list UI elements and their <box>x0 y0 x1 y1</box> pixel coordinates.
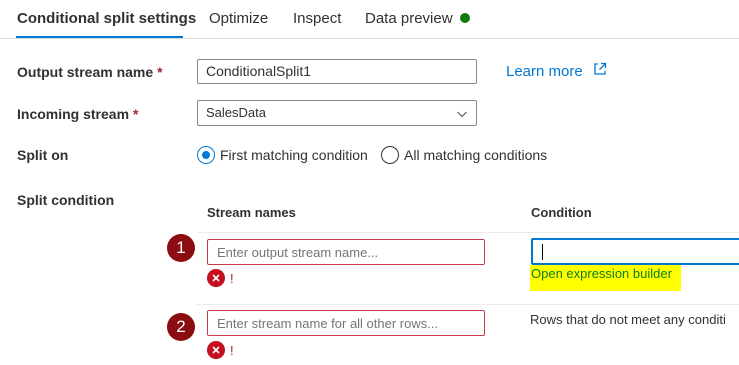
output-stream-name-label: Output stream name * <box>17 64 163 80</box>
column-header-condition: Condition <box>531 205 592 220</box>
open-expression-builder-link[interactable]: Open expression builder <box>530 265 681 291</box>
incoming-stream-label-text: Incoming stream <box>17 106 130 122</box>
column-header-stream-names: Stream names <box>207 205 296 220</box>
radio-first-matching[interactable]: First matching condition <box>197 145 368 165</box>
row-number-badge: 1 <box>167 234 195 262</box>
incoming-stream-dropdown[interactable]: SalesData <box>197 100 477 126</box>
required-mark: * <box>157 64 163 80</box>
error-message: ! <box>230 343 234 358</box>
chevron-down-icon <box>456 104 468 128</box>
error-message: ! <box>230 271 234 286</box>
tab-optimize[interactable]: Optimize <box>209 10 268 27</box>
output-stream-name-label-text: Output stream name <box>17 64 154 80</box>
row-number-badge: 2 <box>167 313 195 341</box>
split-on-label: Split on <box>17 147 69 163</box>
divider <box>197 304 739 305</box>
radio-button-unchecked <box>381 146 399 164</box>
divider <box>197 232 739 233</box>
error-circle-icon <box>207 341 225 359</box>
required-mark: * <box>133 106 139 122</box>
tab-conditional-split-settings[interactable]: Conditional split settings <box>17 10 196 27</box>
learn-more-label: Learn more <box>506 63 583 80</box>
tab-data-preview-label: Data preview <box>365 10 453 27</box>
condition-input[interactable] <box>531 238 739 265</box>
radio-button-checked <box>197 146 215 164</box>
incoming-stream-value: SalesData <box>206 105 266 120</box>
default-stream-name-field[interactable] <box>207 310 485 336</box>
active-tab-indicator <box>16 36 183 38</box>
incoming-stream-label: Incoming stream * <box>17 106 138 122</box>
tab-bar: Conditional split settings Optimize Insp… <box>0 0 739 39</box>
error-circle-icon <box>207 269 225 287</box>
external-link-icon <box>593 62 607 80</box>
learn-more-link[interactable]: Learn more <box>506 62 607 80</box>
radio-all-matching-label: All matching conditions <box>404 147 548 163</box>
tab-data-preview[interactable]: Data preview <box>365 10 470 27</box>
default-condition-text: Rows that do not meet any conditi <box>530 312 726 327</box>
output-stream-name-field[interactable] <box>207 239 485 265</box>
status-dot-icon <box>459 12 470 23</box>
radio-all-matching[interactable]: All matching conditions <box>381 145 547 165</box>
radio-first-matching-label: First matching condition <box>220 147 368 163</box>
tab-inspect[interactable]: Inspect <box>293 10 341 27</box>
split-condition-label: Split condition <box>17 192 115 208</box>
output-stream-name-input[interactable]: ConditionalSplit1 <box>197 59 477 84</box>
text-cursor <box>542 244 543 260</box>
